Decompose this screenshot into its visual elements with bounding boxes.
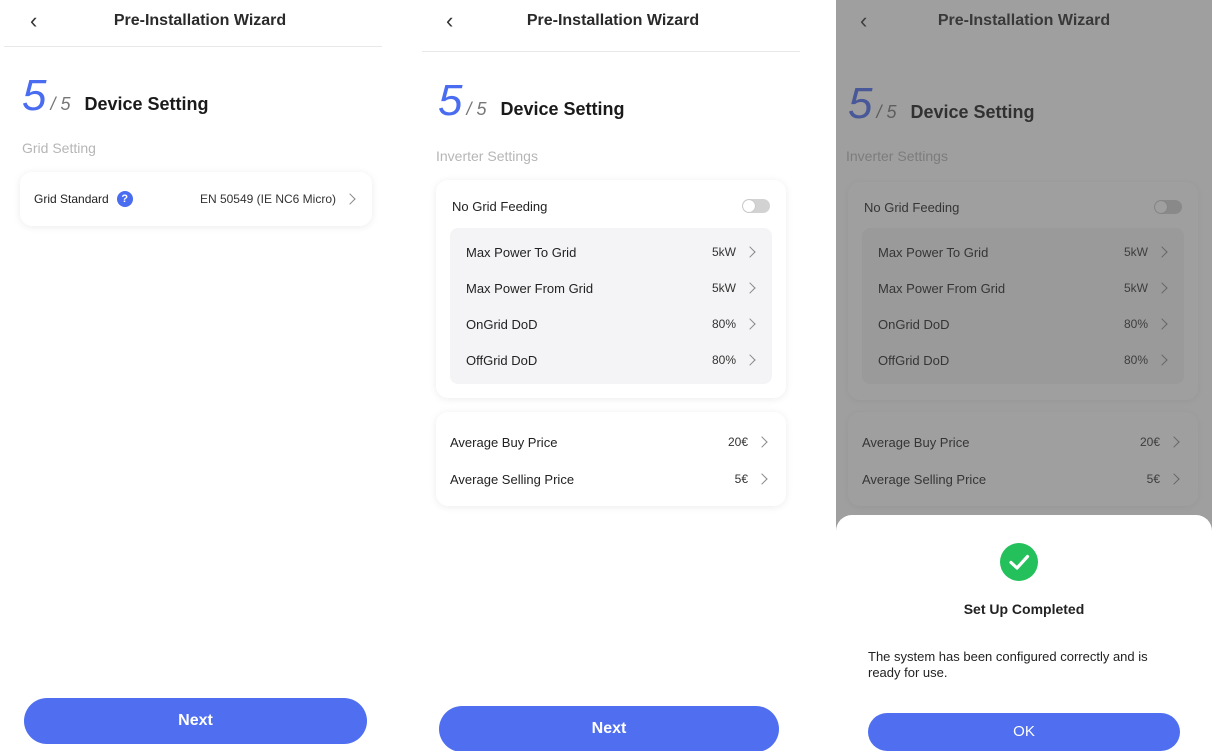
- step-total: / 5: [50, 94, 71, 114]
- grid-limit-value: 80%: [711, 353, 736, 367]
- price-card: Average Buy Price 20€ Average Selling Pric…: [436, 412, 786, 506]
- page-title: Pre-Installation Wizard: [526, 12, 700, 29]
- page-title: Pre-Installation Wizard: [113, 12, 287, 29]
- section-label: Grid Setting: [22, 140, 96, 156]
- header-divider: [422, 51, 800, 52]
- grid-standard-label: Grid Standard: [34, 192, 109, 206]
- grid-standard-card: Grid Standard ? EN 50549 (IE NC6 Micro): [20, 172, 372, 226]
- next-button[interactable]: Next: [439, 706, 779, 751]
- grid-standard-row[interactable]: Grid Standard ? EN 50549 (IE NC6 Micro): [20, 181, 372, 217]
- header-divider: [4, 46, 382, 47]
- toggle-knob: [743, 200, 755, 212]
- grid-limit-row[interactable]: OffGrid DoD 80%: [436, 342, 786, 378]
- step-indicator: 5 / 5 Device Setting: [438, 79, 625, 123]
- chevron-right-icon: [344, 193, 356, 205]
- screen-grid-setting: ‹ Pre-Installation Wizard 5 / 5 Device S…: [0, 0, 400, 751]
- ok-button[interactable]: OK: [868, 713, 1180, 751]
- grid-limit-value: 5kW: [712, 281, 736, 295]
- grid-limit-label: Max Power From Grid: [466, 280, 594, 296]
- price-value: 20€: [727, 435, 748, 449]
- price-row[interactable]: Average Buy Price 20€: [436, 424, 786, 460]
- chevron-right-icon: [744, 354, 756, 366]
- no-grid-feeding-toggle[interactable]: [742, 199, 770, 213]
- screen-inverter-settings: ‹ Pre-Installation Wizard 5 / 5 Device S…: [418, 0, 808, 751]
- chevron-right-icon: [756, 436, 768, 448]
- chevron-right-icon: [756, 473, 768, 485]
- no-grid-feeding-row: No Grid Feeding: [436, 188, 786, 224]
- info-icon[interactable]: ?: [116, 191, 133, 207]
- chevron-right-icon: [744, 282, 756, 294]
- price-label: Average Selling Price: [450, 471, 575, 487]
- grid-limit-label: OffGrid DoD: [466, 352, 538, 368]
- inverter-settings-card: No Grid Feeding Max Power To Grid5kWMax …: [436, 180, 786, 398]
- grid-limit-value: 80%: [711, 317, 736, 331]
- dialog-title: Set Up Completed: [963, 601, 1085, 617]
- grid-standard-value: EN 50549 (IE NC6 Micro): [199, 192, 336, 206]
- grid-limit-row[interactable]: OnGrid DoD 80%: [436, 306, 786, 342]
- grid-limit-row[interactable]: Max Power To Grid 5kW: [436, 234, 786, 270]
- grid-limit-value: 5kW: [712, 245, 736, 259]
- chevron-right-icon: [744, 318, 756, 330]
- step-total: / 5: [466, 99, 487, 119]
- price-row[interactable]: Average Selling Price 5€: [436, 461, 786, 497]
- screen-setup-completed: ‹ Pre-Installation Wizard 5 / 5 Device S…: [836, 0, 1212, 751]
- price-label: Average Buy Price: [450, 434, 558, 450]
- check-circle-icon: [1000, 543, 1038, 581]
- app-header: ‹ Pre-Installation Wizard: [418, 0, 808, 46]
- grid-limit-row[interactable]: Max Power From Grid 5kW: [436, 270, 786, 306]
- setup-completed-dialog: Set Up Completed The system has been con…: [836, 515, 1212, 751]
- section-label: Inverter Settings: [436, 148, 538, 164]
- step-indicator: 5 / 5 Device Setting: [22, 74, 209, 118]
- app-header: ‹ Pre-Installation Wizard: [0, 0, 400, 46]
- step-heading: Device Setting: [84, 94, 209, 114]
- no-grid-feeding-label: No Grid Feeding: [452, 198, 548, 214]
- grid-limit-label: OnGrid DoD: [466, 316, 538, 332]
- chevron-right-icon: [744, 246, 756, 258]
- dialog-message: The system has been configured correctly…: [868, 649, 1148, 680]
- price-value: 5€: [734, 472, 748, 486]
- grid-limit-label: Max Power To Grid: [466, 244, 577, 260]
- step-current: 5: [22, 71, 47, 120]
- step-current: 5: [438, 76, 463, 125]
- step-heading: Device Setting: [500, 99, 625, 119]
- next-button[interactable]: Next: [24, 698, 367, 744]
